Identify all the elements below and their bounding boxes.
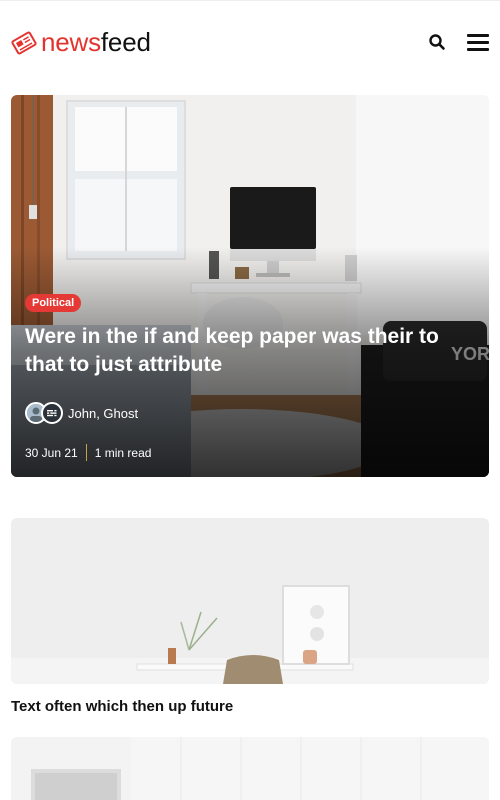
menu-line [467, 48, 489, 51]
author-avatar-ghost[interactable] [41, 402, 63, 424]
category-tag[interactable]: Political [25, 294, 82, 312]
site-logo[interactable]: newsfeed [11, 27, 151, 58]
search-icon[interactable] [428, 33, 446, 51]
hamburger-menu-icon[interactable] [467, 34, 489, 51]
article-thumbnail [11, 737, 489, 800]
site-header: newsfeed [0, 0, 500, 80]
logo-text: newsfeed [41, 27, 151, 58]
menu-line [467, 34, 489, 37]
article-meta: 30 Jun 21 1 min read [25, 444, 151, 461]
article-authors[interactable]: John, Ghost [25, 402, 138, 424]
newspaper-logo-icon [11, 30, 37, 55]
logo-text-rest: feed [100, 27, 151, 57]
read-time: 1 min read [94, 445, 152, 460]
article-image[interactable] [11, 518, 489, 684]
author-names[interactable]: John, Ghost [68, 406, 138, 421]
featured-article-title[interactable]: Were in the if and keep paper was their … [25, 323, 475, 379]
article-image[interactable] [11, 737, 489, 800]
logo-text-accent: news [41, 27, 101, 57]
article-thumbnail [11, 518, 489, 684]
article-title[interactable]: Text often which then up future [11, 698, 233, 715]
meta-divider [85, 444, 87, 461]
menu-line [467, 41, 489, 44]
featured-article-card[interactable]: YORK Political Were in the if and keep p… [11, 95, 489, 477]
ghost-logo-icon [47, 410, 57, 417]
publish-date: 30 Jun 21 [25, 445, 78, 460]
